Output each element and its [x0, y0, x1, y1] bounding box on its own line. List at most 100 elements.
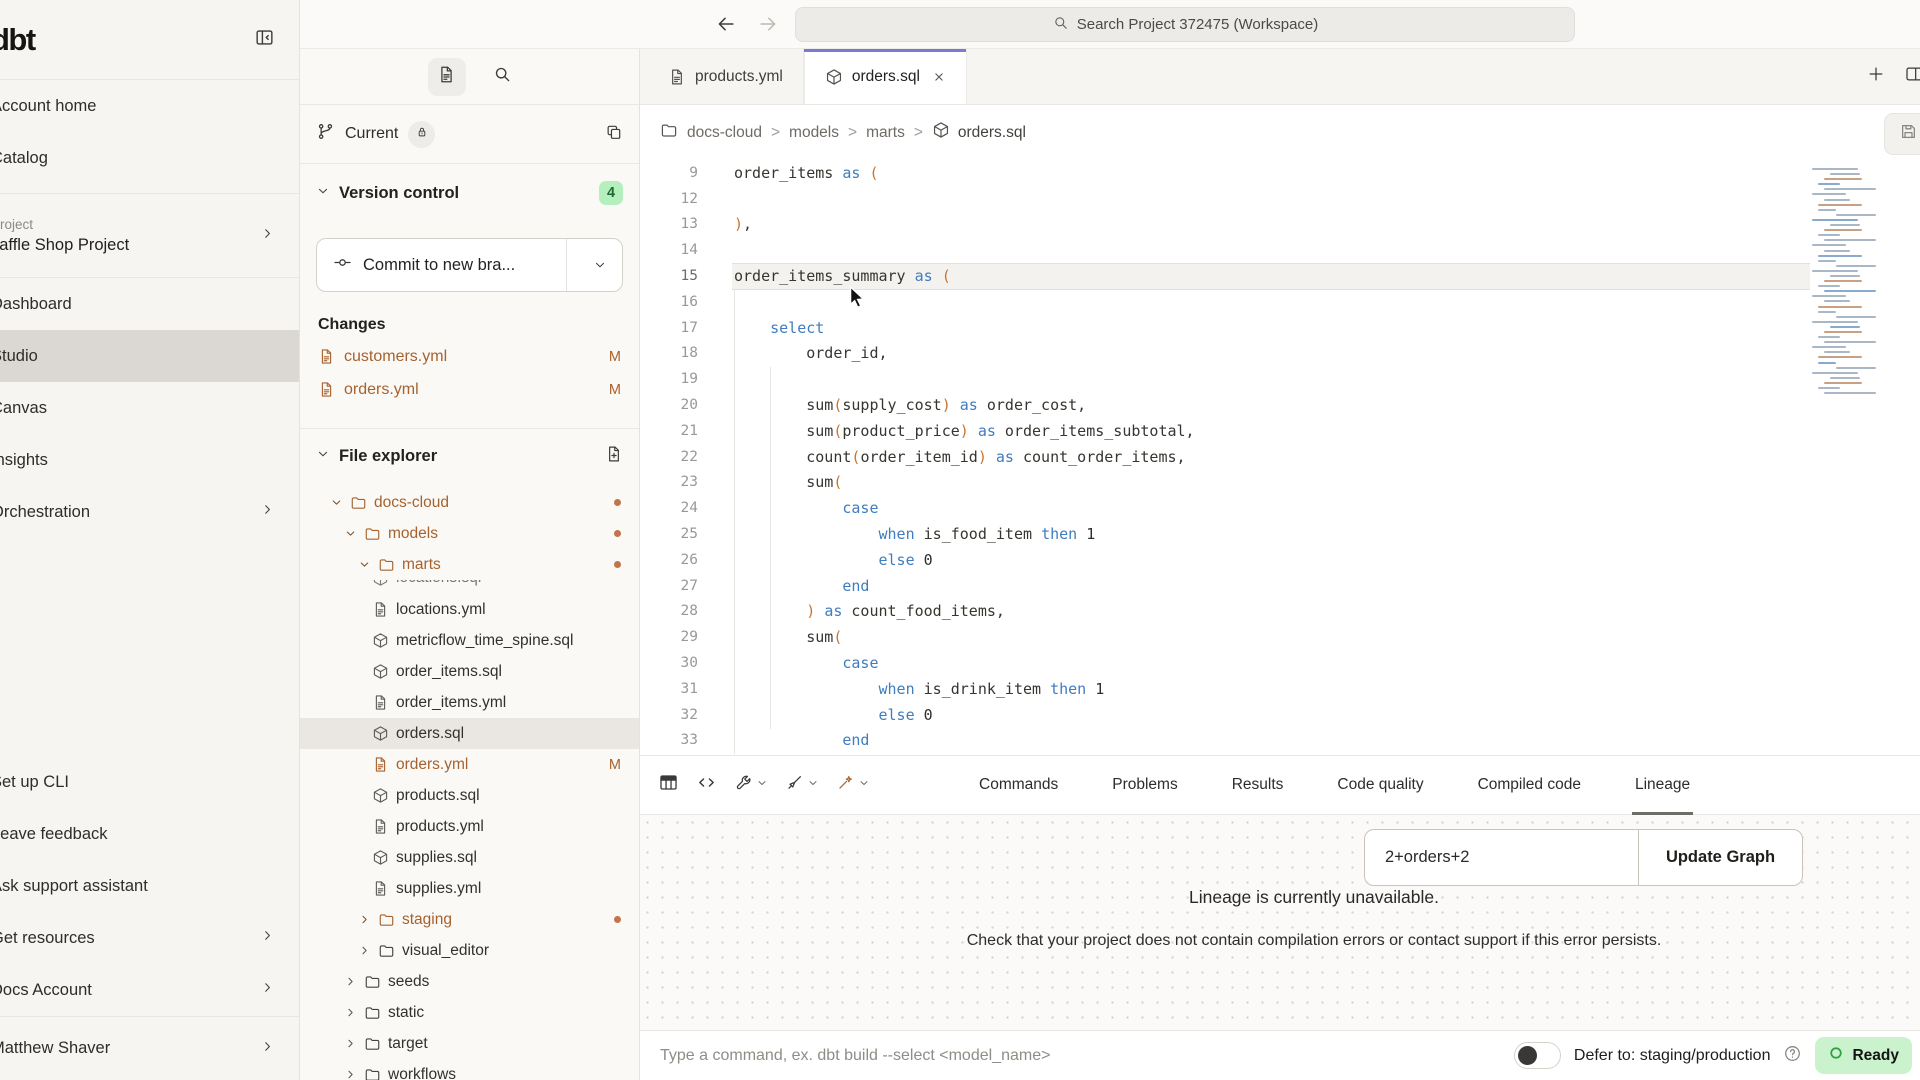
doc-icon [668, 68, 686, 86]
panel-view-switcher [300, 49, 639, 105]
branch-row[interactable]: Current [300, 105, 639, 164]
sidebar-item-account-home[interactable]: Account home [0, 80, 299, 132]
build-button[interactable] [734, 773, 768, 797]
branch-name: Current [345, 125, 398, 143]
tree-item-marts[interactable]: marts [300, 549, 639, 580]
code-editor[interactable]: 9order_items as (1213),1415order_items_s… [640, 160, 1920, 755]
panel-tab-results[interactable]: Results [1232, 756, 1284, 814]
new-tab-button[interactable] [1866, 64, 1886, 89]
sidebar-user-menu[interactable]: Matthew Shaver [0, 1017, 299, 1080]
tree-item-visual_editor[interactable]: visual_editor [300, 935, 639, 966]
sidebar-item-leave-feedback[interactable]: Leave feedback [0, 808, 299, 860]
modified-dot [614, 499, 621, 506]
tree-item-workflows[interactable]: workflows [300, 1059, 639, 1080]
panel-tab-lineage[interactable]: Lineage [1635, 756, 1690, 814]
folder-icon [378, 556, 395, 573]
panel-tab-problems[interactable]: Problems [1112, 756, 1177, 814]
tree-item-seeds[interactable]: seeds [300, 966, 639, 997]
version-control-header[interactable]: Version control 4 [300, 164, 639, 222]
tree-item-order_items.sql[interactable]: order_items.sql [300, 656, 639, 687]
defer-toggle[interactable] [1514, 1042, 1561, 1069]
sidebar-nav-main: DashboardStudioCanvasInsightsOrchestrati… [0, 278, 299, 538]
code-line-27: 27 end [640, 573, 1920, 599]
ready-status-badge[interactable]: Ready [1815, 1037, 1912, 1074]
sidebar-item-orchestration[interactable]: Orchestration [0, 486, 299, 538]
results-table-button[interactable] [658, 772, 679, 798]
tree-item-products.sql[interactable]: products.sql [300, 780, 639, 811]
workspace-body: Current Version control 4 Commit to new … [300, 49, 1920, 1080]
tree-item-models[interactable]: models [300, 518, 639, 549]
sidebar-item-canvas[interactable]: Canvas [0, 382, 299, 434]
tree-item-supplies.sql[interactable]: supplies.sql [300, 842, 639, 873]
tree-item-metricflow_time_spine.sql[interactable]: metricflow_time_spine.sql [300, 625, 639, 656]
tree-item-docs-cloud[interactable]: docs-cloud [300, 487, 639, 518]
tree-item-staging[interactable]: staging [300, 904, 639, 935]
editor-minimap[interactable] [1812, 168, 1878, 408]
code-line-15: 15order_items_summary as ( [640, 263, 1920, 289]
changed-file-orders.yml[interactable]: orders.ymlM [300, 373, 639, 406]
changed-file-customers.yml[interactable]: customers.ymlM [300, 340, 639, 373]
file-explorer-header[interactable]: File explorer [300, 428, 639, 484]
breadcrumb-segment[interactable]: marts [866, 124, 905, 142]
folder-icon [364, 1066, 381, 1080]
save-file-button[interactable] [1884, 113, 1920, 155]
copy-branch-button[interactable] [605, 123, 623, 146]
lineage-selector-input[interactable]: 2+orders+2 [1365, 830, 1639, 885]
tree-item-target[interactable]: target [300, 1028, 639, 1059]
line-number: 15 [640, 268, 698, 284]
user-name: Matthew Shaver [0, 1039, 110, 1058]
sidebar-item-get-resources[interactable]: Get resources [0, 912, 299, 964]
panel-tab-compiled-code[interactable]: Compiled code [1478, 756, 1581, 814]
editor-tab-orders.sql[interactable]: orders.sql [804, 49, 967, 105]
sidebar-item-dashboard[interactable]: Dashboard [0, 278, 299, 330]
sidebar-project-switcher[interactable]: Project Jaffle Shop Project [0, 194, 299, 277]
tree-item-order_items.yml[interactable]: order_items.yml [300, 687, 639, 718]
close-tab-button[interactable] [932, 70, 946, 84]
sidebar-item-ask-support-assistant[interactable]: Ask support assistant [0, 860, 299, 912]
sidebar-item-insights[interactable]: Insights [0, 434, 299, 486]
doc-icon [318, 381, 335, 398]
editor-tab-products.yml[interactable]: products.yml [648, 49, 804, 104]
panel-tab-commands[interactable]: Commands [979, 756, 1058, 814]
branch-icon [316, 122, 335, 141]
tree-item-supplies.yml[interactable]: supplies.yml [300, 873, 639, 904]
command-input[interactable]: Type a command, ex. dbt build --select <… [660, 1047, 1050, 1065]
preview-code-button[interactable] [696, 772, 717, 798]
tree-item-orders.yml[interactable]: orders.ymlM [300, 749, 639, 780]
version-control-title: Version control [339, 184, 459, 203]
tree-item-static[interactable]: static [300, 997, 639, 1028]
line-number: 31 [640, 681, 698, 697]
panel-tab-code-quality[interactable]: Code quality [1337, 756, 1423, 814]
update-graph-button[interactable]: Update Graph [1639, 830, 1802, 885]
sidebar-nav-top: Account homeCatalog [0, 80, 299, 193]
code-line-30: 30 case [640, 650, 1920, 676]
project-search-input[interactable]: Search Project 372475 (Workspace) [795, 7, 1575, 42]
split-editor-button[interactable] [1904, 64, 1920, 89]
tree-item-orders.sql[interactable]: orders.sql [300, 718, 639, 749]
doc-icon [372, 601, 389, 618]
file-tree-view-button[interactable] [428, 58, 466, 96]
project-label: Project [0, 217, 129, 232]
defer-help-icon[interactable] [1783, 1044, 1802, 1068]
new-file-button[interactable] [605, 445, 623, 468]
sidebar-item-set-up-cli[interactable]: Set up CLI [0, 756, 299, 808]
line-number: 19 [640, 371, 698, 387]
breadcrumb-segment[interactable]: docs-cloud [687, 124, 762, 142]
tree-item-products.yml[interactable]: products.yml [300, 811, 639, 842]
sidebar-item-catalog[interactable]: Catalog [0, 132, 299, 184]
commit-options-chevron[interactable] [578, 258, 622, 272]
chevron-right-icon [260, 1039, 275, 1054]
sidebar-item-studio[interactable]: Studio [0, 330, 299, 382]
commit-button[interactable]: Commit to new bra... [316, 238, 623, 292]
lineage-error-title: Lineage is currently unavailable. [708, 887, 1920, 908]
sidebar-item-docs-account[interactable]: Docs Account [0, 964, 299, 1016]
tree-search-button[interactable] [492, 64, 512, 89]
format-button[interactable] [785, 773, 819, 797]
tree-item-locations.sql[interactable]: locations.sql [300, 580, 639, 594]
fix-button[interactable] [836, 773, 870, 797]
breadcrumb-segment[interactable]: models [789, 124, 839, 142]
explorer-panel: Current Version control 4 Commit to new … [300, 49, 640, 1080]
tree-item-locations.yml[interactable]: locations.yml [300, 594, 639, 625]
lineage-canvas[interactable]: 2+orders+2 Update Graph Lineage is curre… [640, 815, 1920, 1030]
code-line-20: 20 sum(supply_cost) as order_cost, [640, 392, 1920, 418]
